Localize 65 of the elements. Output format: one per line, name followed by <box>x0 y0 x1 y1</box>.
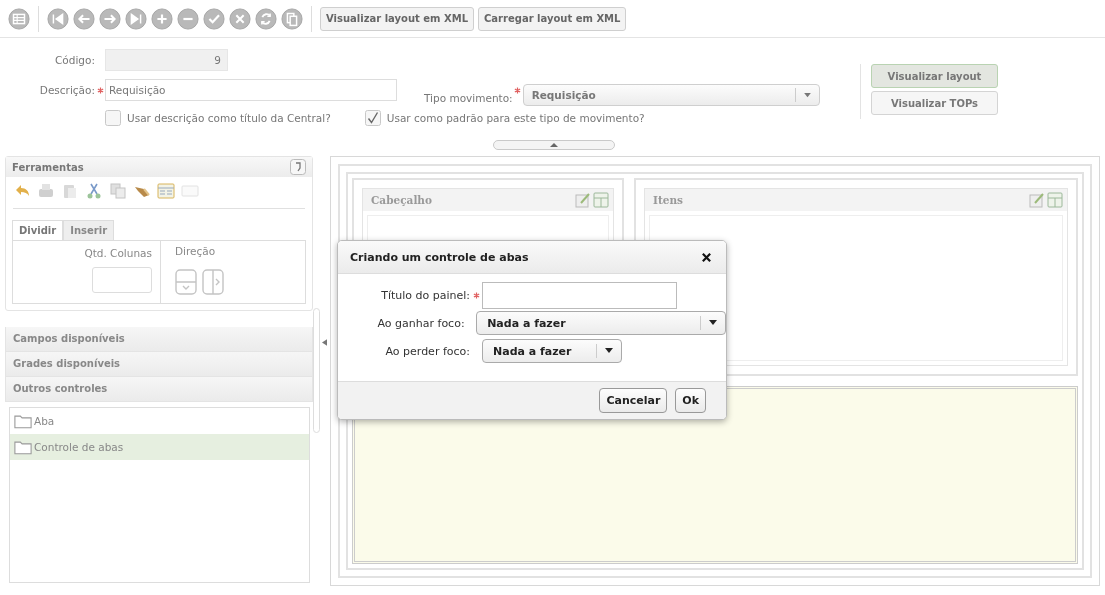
title-field[interactable] <box>482 281 677 309</box>
checkbox-label: Usar como padrão para este tipo de movimento? <box>386 112 645 124</box>
split-horizontal-icon[interactable] <box>202 269 224 295</box>
view-button[interactable]: Visualizar TOPs <box>871 91 998 115</box>
plus-icon[interactable] <box>151 7 173 30</box>
check-icon[interactable] <box>203 7 225 30</box>
panel-title: Itens <box>653 194 684 206</box>
field-label: Descrição: <box>38 84 95 96</box>
tab[interactable]: Inserir <box>63 220 115 240</box>
first-icon[interactable] <box>47 7 69 30</box>
refresh-icon[interactable] <box>255 7 277 30</box>
caret-icon <box>709 320 717 326</box>
panel-title: Ferramentas <box>12 161 84 173</box>
field-label: Qtd. Colunas <box>84 247 152 259</box>
folder-icon <box>14 413 32 429</box>
list-item[interactable]: Controle de abas <box>10 434 309 460</box>
edit-icon[interactable] <box>1029 192 1045 208</box>
toolbar-button[interactable]: Visualizar layout em XML <box>320 6 474 31</box>
panel-title: Cabeçalho <box>371 194 433 206</box>
field-label: Título do painel: <box>380 288 470 302</box>
accordion-header[interactable]: Grades disponíveis <box>5 352 313 377</box>
focus-dropdown[interactable]: Nada a fazer <box>482 339 622 363</box>
minus-icon[interactable] <box>177 7 199 30</box>
pin-icon[interactable] <box>290 159 306 175</box>
focus-dropdown[interactable]: Nada a fazer <box>476 311 726 335</box>
accordion-header[interactable]: Outros controles <box>5 377 313 402</box>
tab[interactable]: Dividir <box>12 220 64 240</box>
caret-icon <box>605 348 613 354</box>
view-button[interactable]: Visualizar layout <box>871 64 998 88</box>
columns-field[interactable] <box>92 267 152 293</box>
cancel-icon[interactable] <box>229 7 251 30</box>
edit-icon[interactable] <box>575 192 591 208</box>
dialog-button[interactable]: Cancelar <box>599 388 668 413</box>
accordion-header[interactable]: Campos disponíveis <box>5 327 313 352</box>
last-icon[interactable] <box>125 7 147 30</box>
cut-icon[interactable] <box>85 182 103 200</box>
description-field[interactable]: Requisição <box>105 79 397 101</box>
code-field[interactable]: 9 <box>105 49 228 71</box>
checkbox[interactable] <box>364 110 381 126</box>
copy-icon[interactable] <box>281 7 303 30</box>
list-item[interactable]: Aba <box>10 408 309 434</box>
copy-icon[interactable] <box>109 182 127 200</box>
checkbox[interactable] <box>105 110 121 126</box>
folder-icon <box>14 439 32 455</box>
table-icon[interactable] <box>157 182 175 200</box>
print-icon[interactable] <box>37 182 55 200</box>
field-label: Código: <box>54 54 95 66</box>
split-vertical-icon[interactable] <box>175 269 197 295</box>
close-icon[interactable] <box>701 251 712 263</box>
collapse-arrow-icon[interactable] <box>322 339 327 346</box>
checkbox-label: Usar descrição como título da Central? <box>127 112 331 124</box>
field-label: Direção <box>175 245 217 257</box>
field-label: Ao perder foco: <box>384 344 470 358</box>
movement-type-dropdown[interactable]: Requisição <box>522 84 820 106</box>
table-icon[interactable] <box>593 192 609 208</box>
field-label: Ao ganhar foco: <box>376 316 465 330</box>
toolbar-button[interactable]: Carregar layout em XML <box>478 6 627 31</box>
dialog-title: Criando um controle de abas <box>350 250 529 264</box>
collapse-handle[interactable] <box>493 140 615 150</box>
field-label: Tipo movimento: <box>424 92 513 104</box>
dialog-button[interactable]: Ok <box>675 388 706 413</box>
paste-icon[interactable] <box>61 182 79 200</box>
grid-icon[interactable] <box>8 7 30 30</box>
caret-icon <box>803 92 811 98</box>
table-icon[interactable] <box>1047 192 1063 208</box>
